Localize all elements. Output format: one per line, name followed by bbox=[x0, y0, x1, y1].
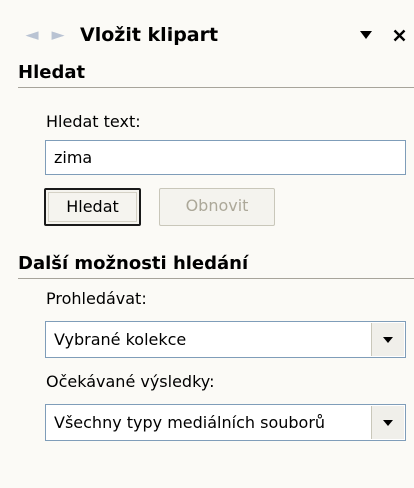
browse-dropdown[interactable]: Vybrané kolekce bbox=[45, 321, 406, 358]
triangle-down-icon[interactable] bbox=[354, 18, 378, 52]
expected-results-dropdown-value: Všechny typy mediálních souborů bbox=[54, 413, 326, 432]
refresh-button[interactable]: Obnovit bbox=[159, 188, 275, 226]
close-icon[interactable] bbox=[386, 18, 412, 52]
pane-title: Vložit klipart bbox=[80, 24, 219, 46]
chevron-down-icon[interactable] bbox=[371, 323, 404, 356]
search-text-input[interactable]: zima bbox=[45, 140, 406, 175]
browse-dropdown-value: Vybrané kolekce bbox=[54, 330, 187, 349]
arrow-right-icon[interactable]: ► bbox=[46, 18, 70, 52]
search-button[interactable]: Hledat bbox=[44, 188, 141, 226]
expected-results-dropdown[interactable]: Všechny typy mediálních souborů bbox=[45, 404, 406, 441]
chevron-down-icon[interactable] bbox=[371, 406, 404, 439]
browse-label: Prohledávat: bbox=[46, 289, 147, 308]
search-section-header: Hledat bbox=[18, 60, 414, 88]
more-options-section-header: Další možnosti hledání bbox=[18, 251, 414, 279]
clipart-task-pane: ◄ ► Vložit klipart Hledat Hledat text: z… bbox=[0, 0, 414, 488]
search-button-label: Hledat bbox=[48, 192, 137, 222]
search-text-label: Hledat text: bbox=[46, 112, 141, 131]
pane-title-bar: ◄ ► Vložit klipart bbox=[0, 18, 414, 52]
arrow-left-icon[interactable]: ◄ bbox=[20, 18, 44, 52]
expected-results-label: Očekávané výsledky: bbox=[46, 372, 215, 391]
